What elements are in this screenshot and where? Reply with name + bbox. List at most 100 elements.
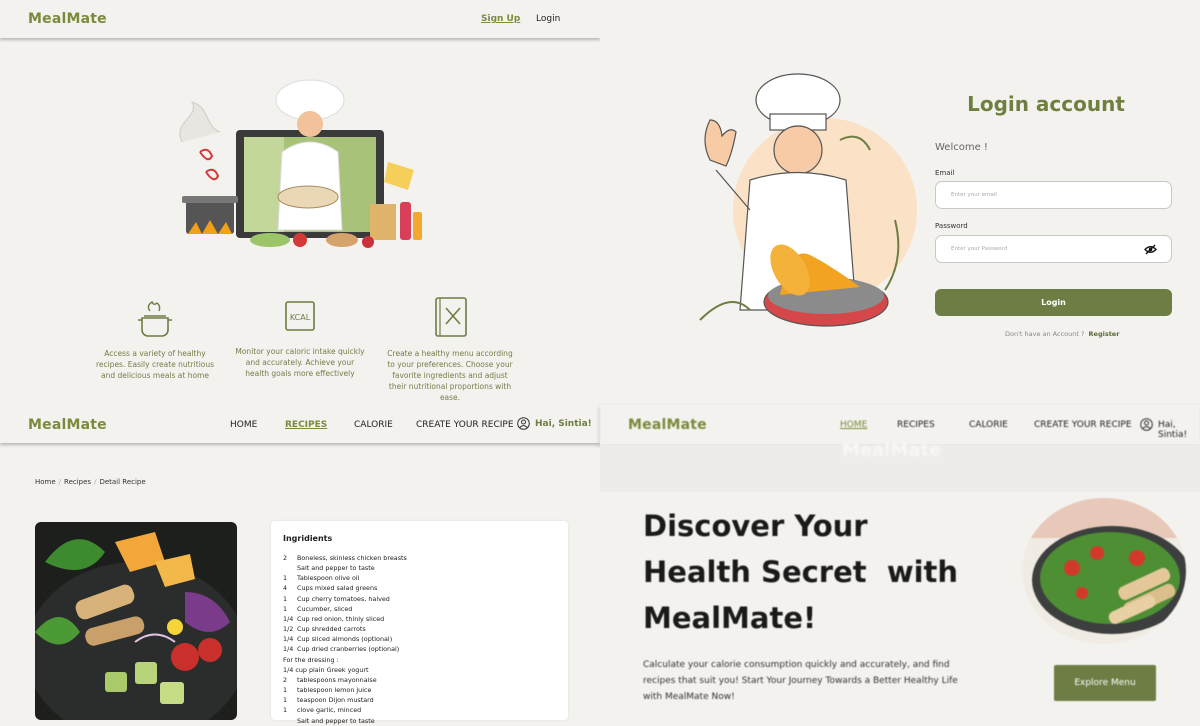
- breadcrumb-recipes[interactable]: Recipes: [64, 478, 91, 486]
- register-link[interactable]: Register: [1089, 330, 1120, 338]
- ingredient-text: 1/4 cup plain Greek yogurt: [283, 665, 369, 674]
- ingredient-text: teaspoon Dijon mustard: [297, 696, 374, 705]
- ingredient-text: Tablespoon olive oil: [297, 574, 360, 583]
- ingredient-item: 1/4 Cup dried cranberries (optional): [283, 644, 563, 654]
- ingredient-item: 1 Tablespoon olive oil: [283, 573, 563, 583]
- user-greeting[interactable]: Hai, Sintia!: [1158, 420, 1200, 440]
- eye-slash-icon[interactable]: [1144, 244, 1157, 255]
- ingredient-text: Cup shredded carrots: [297, 625, 366, 634]
- ingredients-title: Ingridients: [283, 534, 333, 543]
- ingredients-card: Ingridients 2 Boneless, skinless chicken …: [271, 521, 568, 725]
- hero-banner-strip: MealMate: [600, 440, 1200, 492]
- recipe-book-icon: [435, 297, 467, 337]
- ingredient-qty: 1: [283, 604, 288, 613]
- ghost-brand-text: MealMate: [842, 440, 942, 461]
- breadcrumb-current: Detail Recipe: [99, 478, 146, 486]
- signup-link[interactable]: Sign Up: [481, 14, 520, 24]
- kcal-icon: KCAL: [285, 301, 315, 331]
- nav-home[interactable]: HOME: [840, 420, 867, 430]
- ingredient-item: 1/4 Cup sliced almonds (optional): [283, 634, 563, 644]
- no-account-text: Don't have an Account ?: [1005, 330, 1085, 338]
- ingredients-list: 2 Boneless, skinless chicken breasts Salt …: [283, 553, 563, 726]
- landing-navbar: MealMate Sign Up Login: [0, 0, 600, 38]
- headline-line-1: Discover Your: [643, 509, 868, 543]
- chef-wok-illustration: [699, 73, 917, 327]
- hero-headline: Discover Your Health Secret with MealMat…: [643, 503, 958, 641]
- ingredient-qty: 1/4: [283, 635, 294, 644]
- ingredient-item: 1 teaspoon Dijon mustard: [283, 695, 563, 705]
- ingredient-item: For the dressing :: [283, 655, 563, 665]
- ingredient-item: 1 clove garlic, minced: [283, 705, 563, 715]
- home-navbar: MealMate HOME RECIPES CALORIE CREATE YOU…: [600, 405, 1200, 445]
- recipe-navbar: MealMate HOME RECIPES CALORIE CREATE YOU…: [0, 405, 600, 443]
- brand-logo[interactable]: MealMate: [628, 417, 707, 433]
- feature-menu: Create a healthy menu according to your …: [385, 296, 515, 403]
- ingredient-text: Cup dried cranberries (optional): [297, 645, 400, 654]
- ingredient-qty: 2: [283, 554, 288, 562]
- user-icon[interactable]: [1140, 418, 1153, 431]
- nav-create-recipe[interactable]: CREATE YOUR RECIPE: [416, 420, 514, 430]
- ingredient-qty: 1: [283, 574, 288, 583]
- nav-create-recipe[interactable]: CREATE YOUR RECIPE: [1034, 420, 1132, 430]
- ingredient-text: clove garlic, minced: [297, 706, 362, 715]
- ingredient-text: tablespoon lemon juice: [297, 686, 372, 695]
- breadcrumb-home[interactable]: Home: [35, 478, 56, 486]
- ingredient-qty: 1: [283, 594, 288, 603]
- ingredient-text: Salt and pepper to taste: [297, 564, 375, 573]
- ingredient-qty: 1: [283, 696, 288, 705]
- ingredient-item: 1 tablespoon lemon juice: [283, 685, 563, 695]
- ingredient-item: Salt and pepper to taste: [283, 563, 563, 573]
- ingredient-text: Cucumber, sliced: [297, 604, 353, 613]
- ingredient-item: 1 Cucumber, sliced: [283, 604, 563, 614]
- explore-menu-button[interactable]: Explore Menu: [1054, 665, 1156, 701]
- feature-calorie: KCAL Monitor your caloric intake quickly…: [235, 298, 365, 379]
- user-greeting[interactable]: Hai, Sintia!: [535, 419, 592, 429]
- recipe-image: [35, 522, 237, 720]
- welcome-text: Welcome !: [935, 142, 988, 153]
- nav-calorie[interactable]: CALORIE: [354, 420, 393, 430]
- feature-text: Create a healthy menu according to your …: [387, 349, 513, 402]
- ingredient-item: 2 tablespoons mayonnaise: [283, 675, 563, 685]
- headline-line-3: MealMate!: [643, 601, 817, 635]
- brand-logo[interactable]: MealMate: [28, 417, 107, 433]
- nav-calorie[interactable]: CALORIE: [969, 420, 1008, 430]
- ingredient-text: Cup sliced almonds (optional): [297, 635, 393, 644]
- password-placeholder: Enter your Password: [951, 246, 1008, 252]
- cooking-pot-icon: [138, 300, 172, 337]
- ingredient-qty: 1/4: [283, 645, 294, 654]
- ingredient-item: 1 Cup cherry tomatoes, halved: [283, 594, 563, 604]
- nav-recipes[interactable]: RECIPES: [285, 420, 327, 430]
- ingredient-qty: 1/2: [283, 625, 294, 634]
- ingredient-item: 2 Boneless, skinless chicken breasts: [283, 553, 563, 563]
- email-placeholder: Enter your email: [951, 192, 997, 198]
- ingredient-qty: 4: [283, 584, 288, 593]
- nav-home[interactable]: HOME: [230, 420, 257, 430]
- login-button[interactable]: Login: [935, 289, 1172, 316]
- ingredient-item: 1/2 Cup shredded carrots: [283, 624, 563, 634]
- ingredient-text: Cups mixed salad greens: [297, 584, 378, 593]
- ingredient-text: For the dressing :: [283, 655, 339, 664]
- email-field[interactable]: Enter your email: [935, 181, 1172, 209]
- ingredient-item: Salt and pepper to taste: [283, 716, 563, 726]
- nav-recipes[interactable]: RECIPES: [897, 420, 935, 430]
- ingredient-text: tablespoons mayonnaise: [297, 675, 377, 684]
- feature-text: Access a variety of healthy recipes. Eas…: [95, 349, 215, 380]
- ingredient-text: Boneless, skinless chicken breasts: [297, 554, 407, 562]
- brand-logo[interactable]: MealMate: [28, 11, 107, 27]
- hero-subtext: Calculate your calorie consumption quick…: [643, 660, 958, 702]
- login-link[interactable]: Login: [536, 14, 560, 24]
- ingredient-qty: 2: [283, 675, 288, 684]
- ingredient-qty: 1: [283, 686, 288, 695]
- password-label: Password: [935, 222, 968, 230]
- login-title: Login account: [967, 92, 1125, 116]
- ingredient-item: 4 Cups mixed salad greens: [283, 583, 563, 593]
- email-label: Email: [935, 169, 955, 177]
- user-icon[interactable]: [517, 417, 530, 430]
- breadcrumb: Home / Recipes / Detail Recipe: [35, 478, 146, 486]
- headline-line-2: Health Secret with: [643, 555, 959, 589]
- ingredient-qty: 1: [283, 706, 288, 715]
- password-field[interactable]: Enter your Password: [935, 235, 1172, 263]
- ingredient-item: 1/4 Cup red onion, thinly sliced: [283, 614, 563, 624]
- ingredient-text: Cup cherry tomatoes, halved: [297, 594, 390, 603]
- feature-text: Monitor your caloric intake quickly and …: [235, 347, 365, 378]
